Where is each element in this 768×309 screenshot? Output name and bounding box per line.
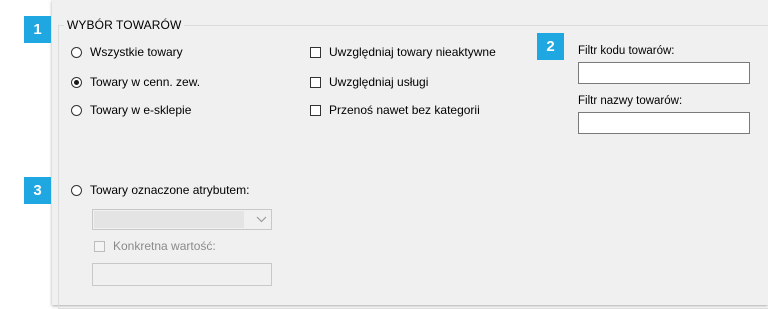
checkbox-without-category[interactable]: Przenoś nawet bez kategorii	[310, 102, 480, 118]
attribute-combobox-value	[94, 211, 244, 228]
checkbox-without-category-label: Przenoś nawet bez kategorii	[329, 103, 480, 117]
radio-by-attribute-label: Towary oznaczone atrybutem:	[90, 183, 250, 197]
checkbox-include-inactive[interactable]: Uwzględniaj towary nieaktywne	[310, 44, 496, 60]
checkbox-specific-value-label: Konkretna wartość:	[113, 239, 216, 253]
checkbox-include-inactive-label: Uwzględniaj towary nieaktywne	[329, 45, 496, 59]
name-filter-label: Filtr nazwy towarów:	[578, 95, 683, 107]
radio-all-products-label: Wszystkie towary	[90, 45, 183, 59]
radio-all-products[interactable]: Wszystkie towary	[71, 44, 183, 60]
radio-icon	[71, 184, 82, 196]
checkbox-include-services-label: Uwzględniaj usługi	[329, 75, 429, 89]
radio-external-price-list[interactable]: Towary w cenn. zew.	[71, 74, 200, 90]
radio-checked-icon	[71, 76, 82, 88]
radio-e-shop-label: Towary w e-sklepie	[90, 103, 192, 117]
code-filter-input[interactable]	[578, 62, 750, 84]
checkbox-specific-value[interactable]: Konkretna wartość:	[94, 238, 216, 254]
checkbox-include-services[interactable]: Uwzględniaj usługi	[310, 74, 428, 90]
checkbox-icon	[310, 46, 321, 58]
radio-e-shop[interactable]: Towary w e-sklepie	[71, 102, 191, 118]
group-title: WYBÓR TOWARÓW	[64, 18, 185, 32]
name-filter-input[interactable]	[578, 112, 750, 134]
checkbox-icon	[94, 240, 105, 252]
radio-icon	[71, 104, 82, 116]
checkbox-icon	[310, 76, 321, 88]
radio-icon	[71, 46, 82, 58]
checkbox-icon	[310, 104, 321, 116]
radio-external-price-list-label: Towary w cenn. zew.	[90, 75, 201, 89]
badge-1: 1	[24, 16, 51, 43]
badge-3: 3	[24, 177, 51, 204]
badge-2: 2	[537, 33, 564, 60]
radio-by-attribute[interactable]: Towary oznaczone atrybutem:	[71, 182, 249, 198]
attribute-combobox[interactable]	[92, 209, 272, 230]
code-filter-label: Filtr kodu towarów:	[578, 45, 675, 57]
specific-value-input[interactable]	[92, 263, 272, 286]
chevron-down-icon	[255, 213, 267, 225]
